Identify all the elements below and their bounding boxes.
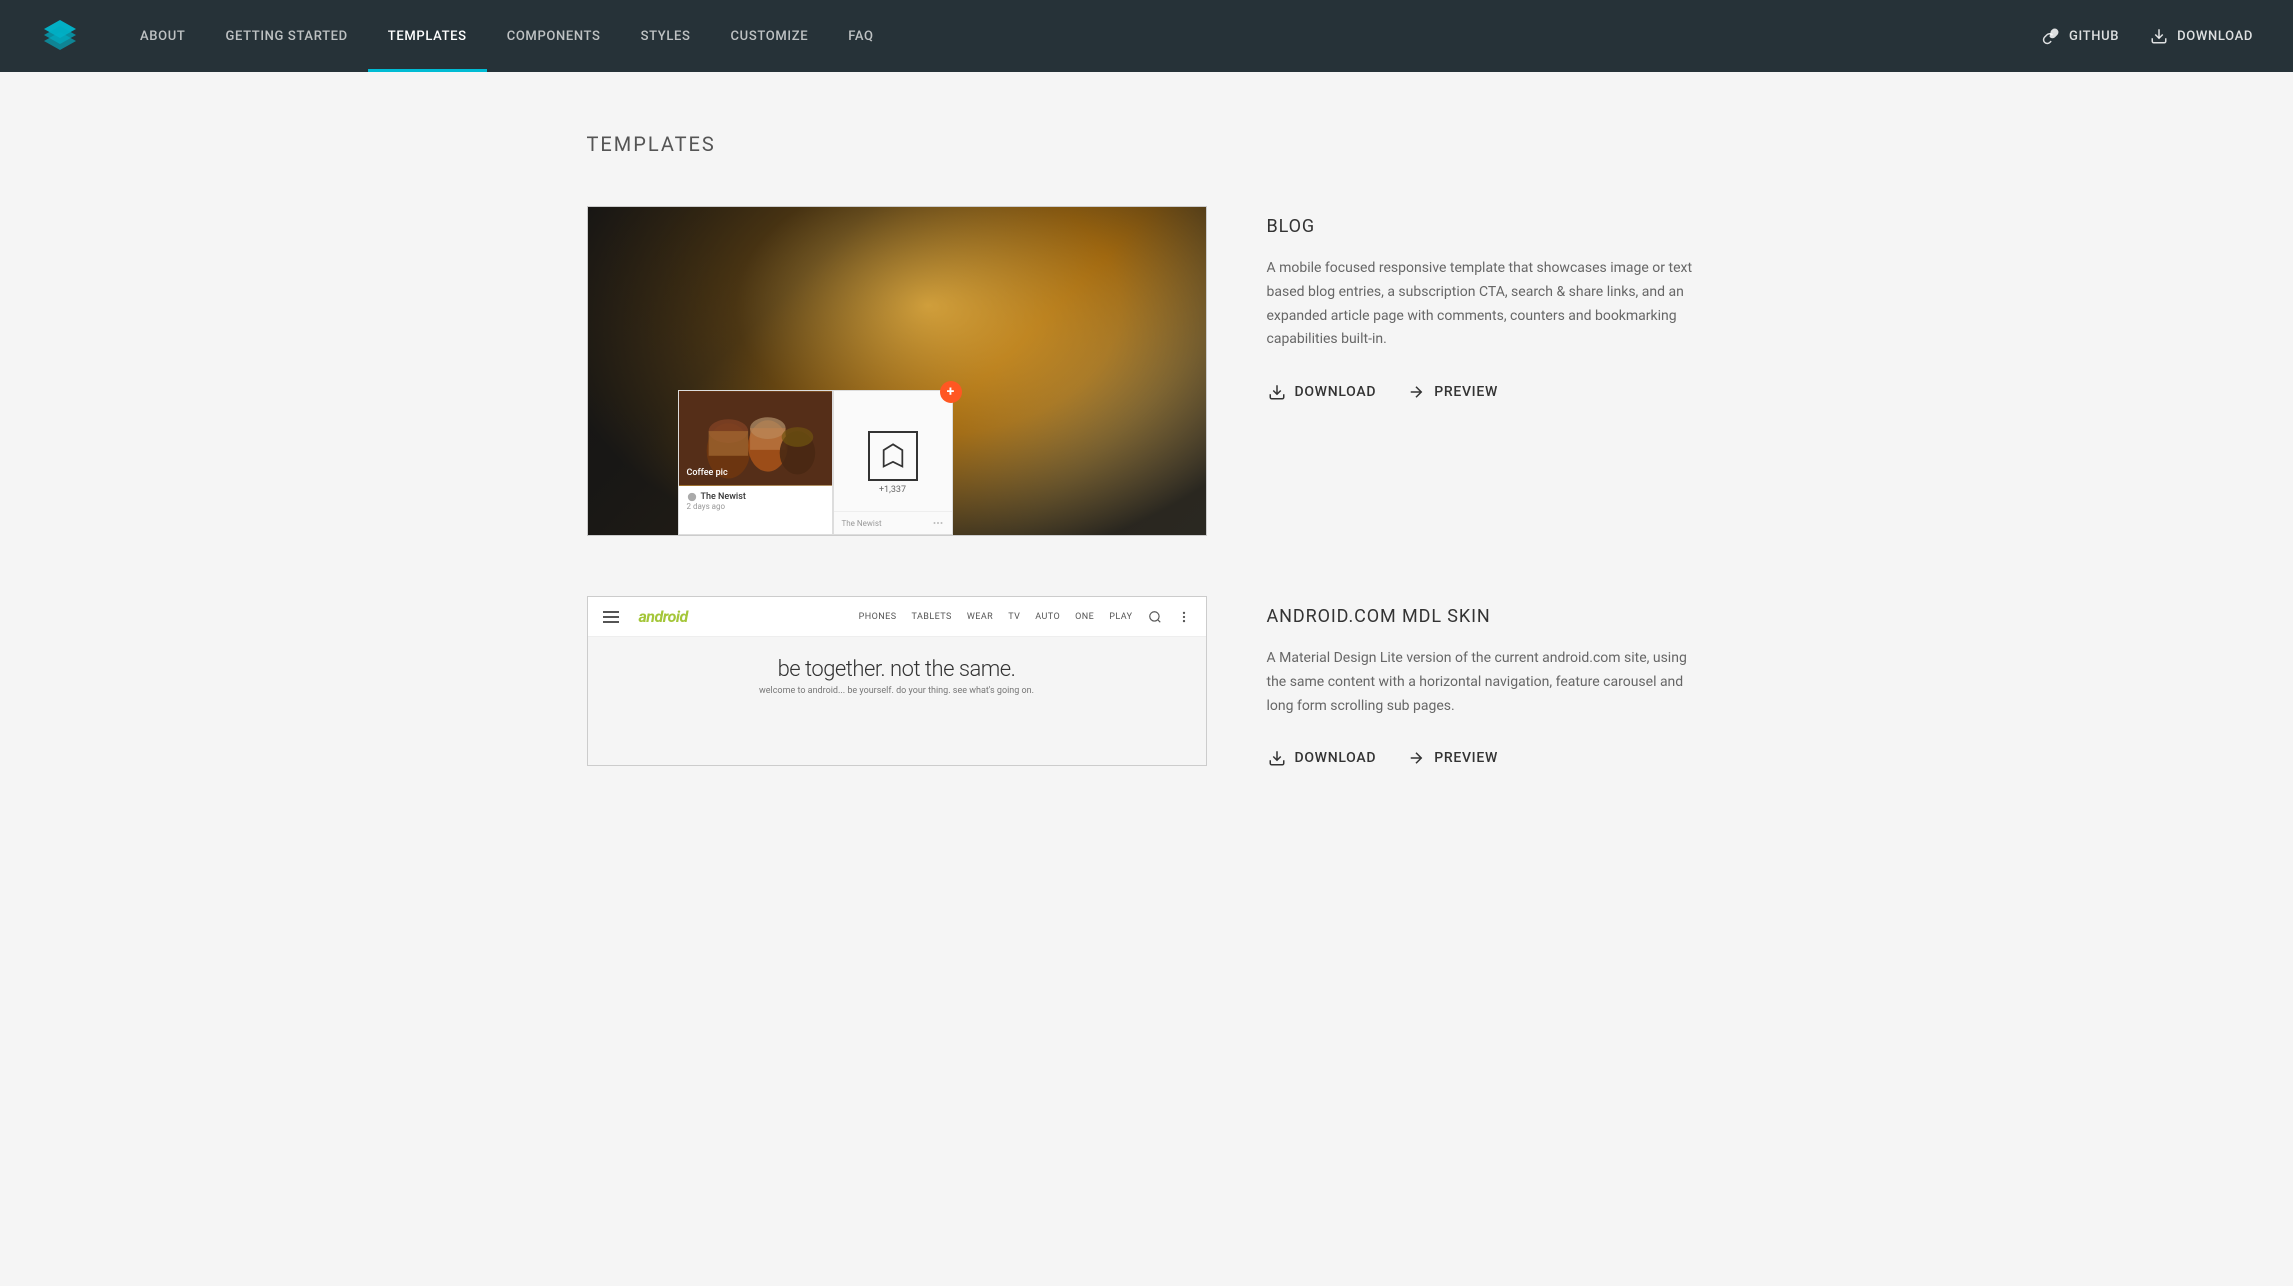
blog-template-description: A mobile focused responsive template tha… <box>1267 257 1707 352</box>
github-label: GitHub <box>2069 29 2119 44</box>
android-nav-auto: AUTO <box>1035 612 1060 622</box>
download-icon-blog <box>1267 382 1287 402</box>
blog-card-title: The Newist <box>687 492 824 502</box>
android-hero-title: be together. not the same. <box>628 657 1166 682</box>
android-download-button[interactable]: Download <box>1267 748 1377 768</box>
blog-card-image: Coffee pic The Newist 2 days ago <box>678 390 833 535</box>
blog-card-footer: The Newist <box>834 511 952 534</box>
github-icon <box>2041 26 2061 46</box>
android-template-description: A Material Design Lite version of the cu… <box>1267 647 1707 718</box>
android-navbar: android PHONES TABLETS WEAR TV AUTO ONE … <box>588 597 1206 637</box>
logo[interactable] <box>40 16 80 56</box>
navbar-download-label: Download <box>2177 29 2253 44</box>
android-nav-wear: WEAR <box>967 612 993 622</box>
android-template-name: ANDROID.COM MDL SKIN <box>1267 606 1707 627</box>
blog-card-count: +1,337 <box>879 485 906 495</box>
navbar-actions: GitHub Download <box>2041 26 2253 46</box>
github-link[interactable]: GitHub <box>2041 26 2119 46</box>
android-nav-links: PHONES TABLETS WEAR TV AUTO ONE PLAY <box>859 610 1191 624</box>
blog-plus-badge: + <box>940 381 962 403</box>
blog-card-title-text: The Newist <box>701 492 746 502</box>
nav-item-customize[interactable]: CUSTOMIZE <box>711 0 829 72</box>
blog-card-text: The Newist 2 days ago <box>679 486 832 517</box>
template-item-blog: Coffee pic The Newist 2 days ago + <box>587 206 1707 536</box>
blog-card-footer-text: The Newist <box>842 519 882 528</box>
blog-preview: Coffee pic The Newist 2 days ago + <box>587 206 1207 536</box>
blog-template-info: BLOG A mobile focused responsive templat… <box>1267 206 1707 402</box>
arrow-icon-blog <box>1406 382 1426 402</box>
android-hero-subtitle: welcome to android... be yourself. do yo… <box>628 686 1166 696</box>
nav-item-templates[interactable]: TEMPLATES <box>368 0 487 72</box>
blog-template-actions: Download Preview <box>1267 382 1707 402</box>
blog-preview-label: Preview <box>1434 384 1498 400</box>
nav-item-components[interactable]: COMPONENTS <box>487 0 621 72</box>
download-icon-android <box>1267 748 1287 768</box>
download-icon-navbar <box>2149 26 2169 46</box>
android-template-info: ANDROID.COM MDL SKIN A Material Design L… <box>1267 596 1707 768</box>
blog-card-icon-card: + +1,337 The Newist <box>833 390 953 535</box>
page-title: TEMPLATES <box>587 132 1707 156</box>
android-template-actions: Download Preview <box>1267 748 1707 768</box>
blog-card-image-area: Coffee pic <box>679 391 832 486</box>
android-more-icon <box>1177 610 1191 624</box>
blog-download-label: Download <box>1295 384 1377 400</box>
android-nav-play: PLAY <box>1109 612 1132 622</box>
nav-item-styles[interactable]: STYLES <box>621 0 711 72</box>
android-search-icon <box>1148 610 1162 624</box>
navbar: ABOUT GETTING STARTED TEMPLATES COMPONEN… <box>0 0 2293 72</box>
blog-template-name: BLOG <box>1267 216 1707 237</box>
blog-preview-cards: Coffee pic The Newist 2 days ago + <box>678 390 953 535</box>
android-nav-one: ONE <box>1075 612 1094 622</box>
nav-item-faq[interactable]: FAQ <box>828 0 893 72</box>
nav-item-about[interactable]: ABOUT <box>120 0 205 72</box>
android-hamburger-icon <box>603 611 619 623</box>
template-item-android: android PHONES TABLETS WEAR TV AUTO ONE … <box>587 596 1707 768</box>
android-download-label: Download <box>1295 750 1377 766</box>
navbar-nav: ABOUT GETTING STARTED TEMPLATES COMPONEN… <box>120 0 2041 72</box>
coffee-label: Coffee pic <box>687 468 728 478</box>
android-hero: be together. not the same. welcome to an… <box>588 637 1206 716</box>
navbar-download-button[interactable]: Download <box>2149 26 2253 46</box>
android-nav-tv: TV <box>1008 612 1020 622</box>
blog-card-date: 2 days ago <box>687 502 824 511</box>
blog-preview-button[interactable]: Preview <box>1406 382 1498 402</box>
android-logo: android <box>639 607 688 626</box>
blog-download-button[interactable]: Download <box>1267 382 1377 402</box>
main-content: TEMPLATES <box>547 72 1747 888</box>
nav-item-getting-started[interactable]: GETTING STARTED <box>205 0 367 72</box>
android-nav-phones: PHONES <box>859 612 897 622</box>
android-preview: android PHONES TABLETS WEAR TV AUTO ONE … <box>587 596 1207 766</box>
blog-card-bookmark-icon <box>868 431 918 481</box>
android-preview-label: Preview <box>1434 750 1498 766</box>
arrow-icon-android <box>1406 748 1426 768</box>
android-preview-button[interactable]: Preview <box>1406 748 1498 768</box>
android-nav-tablets: TABLETS <box>912 612 952 622</box>
